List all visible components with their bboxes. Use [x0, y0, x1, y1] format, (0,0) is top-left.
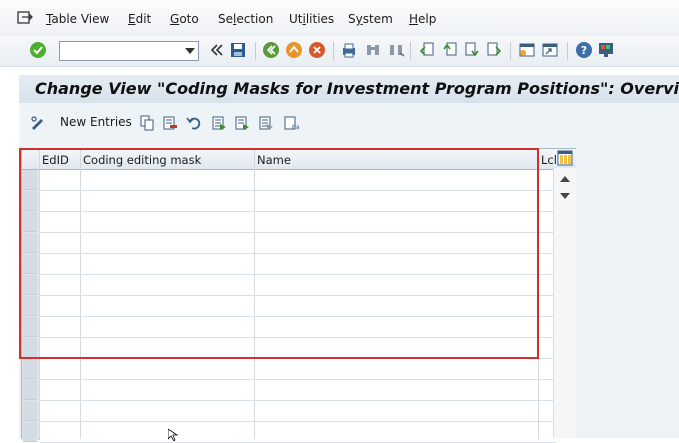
- back-icon[interactable]: [262, 41, 280, 59]
- svg-text:6a: 6a: [292, 124, 299, 131]
- row-selector[interactable]: [23, 254, 37, 274]
- find-next-icon[interactable]: [387, 41, 405, 59]
- column-header-lcl[interactable]: Lcl: [541, 153, 557, 167]
- table-row[interactable]: [40, 296, 556, 317]
- toolbar-separator: [410, 42, 411, 60]
- svg-text:?: ?: [581, 44, 587, 57]
- command-field[interactable]: [59, 41, 199, 61]
- row-selector[interactable]: [23, 422, 37, 442]
- menu-edit[interactable]: Edit: [128, 12, 151, 26]
- menu-bar: Table View Edit Goto Selection Utilities…: [0, 0, 679, 36]
- mouse-cursor-icon: [168, 429, 178, 441]
- find-icon[interactable]: [364, 41, 382, 59]
- row-selector[interactable]: [23, 275, 37, 295]
- table-row[interactable]: [40, 380, 556, 401]
- chevron-down-icon[interactable]: [185, 48, 195, 54]
- menu-goto[interactable]: Goto: [170, 12, 199, 26]
- command-input[interactable]: [62, 43, 186, 61]
- enter-icon[interactable]: [29, 41, 47, 59]
- row-selector[interactable]: [23, 191, 37, 211]
- column-header-name[interactable]: Name: [257, 153, 291, 167]
- toolbar-separator: [510, 42, 511, 60]
- row-selector[interactable]: [23, 317, 37, 337]
- next-page-icon[interactable]: [463, 41, 481, 59]
- row-selector[interactable]: [23, 338, 37, 358]
- row-selector[interactable]: [23, 233, 37, 253]
- copy-as-icon[interactable]: [139, 115, 155, 131]
- scroll-up-icon[interactable]: [560, 176, 570, 182]
- table-row[interactable]: [40, 422, 556, 443]
- cancel-icon[interactable]: [308, 41, 326, 59]
- back-double-arrow-icon[interactable]: [208, 41, 226, 59]
- save-icon[interactable]: [229, 41, 247, 59]
- toolbar-separator: [333, 42, 334, 60]
- column-header-coding-mask[interactable]: Coding editing mask: [83, 153, 201, 167]
- table-row[interactable]: [40, 359, 556, 380]
- menu-help[interactable]: Help: [409, 12, 436, 26]
- menu-selection[interactable]: Selection: [218, 12, 273, 26]
- table-row[interactable]: [40, 338, 556, 359]
- column-header-edid[interactable]: EdID: [42, 153, 69, 167]
- last-page-icon[interactable]: [485, 41, 503, 59]
- exit-icon[interactable]: [285, 41, 303, 59]
- table-row[interactable]: [40, 233, 556, 254]
- table-header: EdID Coding editing mask Name Lcl: [22, 149, 576, 170]
- toolbar-separator: [567, 42, 568, 60]
- shortcut-icon[interactable]: [541, 41, 559, 59]
- title-bar: Change View "Coding Masks for Investment…: [19, 75, 679, 103]
- scroll-down-icon[interactable]: [560, 193, 570, 199]
- table-settings-icon[interactable]: [557, 150, 573, 166]
- display-change-icon[interactable]: [30, 115, 46, 131]
- create-session-icon[interactable]: [518, 41, 536, 59]
- help-icon[interactable]: ?: [575, 41, 593, 59]
- system-menu-icon[interactable]: [17, 11, 33, 25]
- new-entries-button[interactable]: New Entries: [60, 115, 132, 129]
- select-block-icon[interactable]: [234, 115, 250, 131]
- customize-layout-icon[interactable]: [597, 41, 615, 59]
- row-selector[interactable]: [23, 170, 37, 190]
- deselect-all-icon[interactable]: [258, 115, 274, 131]
- table-control: EdID Coding editing mask Name Lcl: [21, 148, 576, 443]
- select-all-icon[interactable]: [211, 115, 227, 131]
- table-row[interactable]: [40, 170, 556, 191]
- delete-icon[interactable]: [162, 115, 178, 131]
- row-selector[interactable]: [23, 212, 37, 232]
- menu-table-view[interactable]: Table View: [46, 12, 109, 26]
- toolbar-separator: [255, 42, 256, 60]
- first-page-icon[interactable]: [418, 41, 436, 59]
- print-field-list-icon[interactable]: 6a: [283, 115, 299, 131]
- undo-change-icon[interactable]: [186, 115, 202, 131]
- menu-utilities[interactable]: Utilities: [289, 12, 334, 26]
- table-row[interactable]: [40, 317, 556, 338]
- table-row[interactable]: [40, 191, 556, 212]
- print-icon[interactable]: [340, 41, 358, 59]
- row-selector[interactable]: [23, 359, 37, 379]
- table-row[interactable]: [40, 275, 556, 296]
- menu-system[interactable]: System: [348, 12, 393, 26]
- table-row[interactable]: [40, 254, 556, 275]
- row-selector[interactable]: [23, 380, 37, 400]
- table-row[interactable]: [40, 212, 556, 233]
- row-selector[interactable]: [23, 401, 37, 421]
- table-row[interactable]: [40, 401, 556, 422]
- previous-page-icon[interactable]: [441, 41, 459, 59]
- page-title: Change View "Coding Masks for Investment…: [35, 79, 679, 98]
- vertical-scrollbar[interactable]: [553, 168, 576, 438]
- row-selector[interactable]: [23, 296, 37, 316]
